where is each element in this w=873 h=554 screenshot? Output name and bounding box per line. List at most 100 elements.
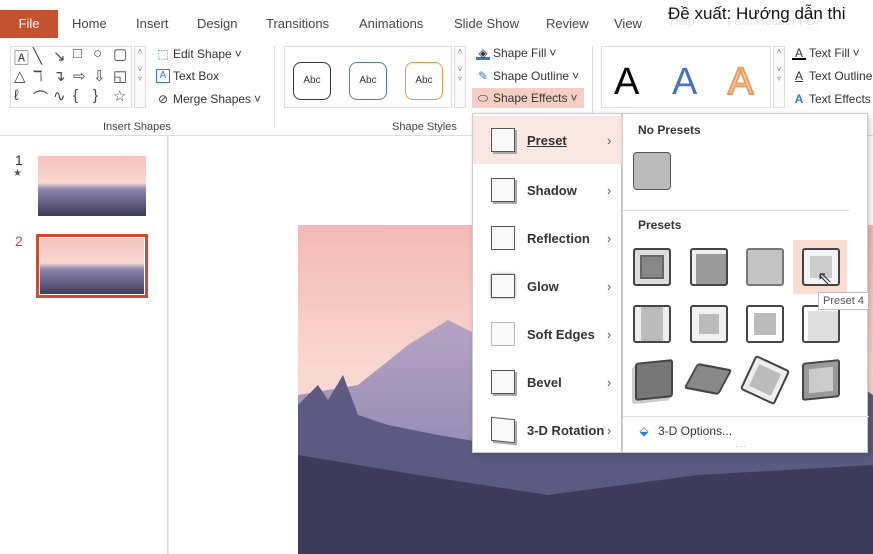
textbox-shape-icon[interactable]: 🄰 <box>14 47 29 68</box>
snip-shape-icon[interactable]: ◱ <box>113 67 127 85</box>
preset-6[interactable] <box>690 305 728 343</box>
text-box-icon: A <box>156 69 170 83</box>
chevron-right-icon: › <box>607 278 612 294</box>
preset-11[interactable] <box>739 354 791 406</box>
tab-view[interactable]: View <box>614 10 642 38</box>
preset-3[interactable] <box>746 248 784 286</box>
tab-home[interactable]: Home <box>72 10 107 38</box>
wordart-style-1[interactable]: A <box>614 61 639 104</box>
chevron-right-icon: › <box>607 182 612 198</box>
preset-7[interactable] <box>746 305 784 343</box>
menu-item-reflection[interactable]: Reflection › <box>473 214 623 262</box>
menu-item-bevel[interactable]: Bevel › <box>473 358 623 406</box>
shapes-gallery[interactable]: 🄰 ╲ ↘ □ ○ ▢ △ ℸ ↴ ⇨ ⇩ ◱ ℓ ⌒ ∿ { } ☆ <box>10 45 132 108</box>
video-overlay-title: Đề xuất: Hướng dẫn thi <box>668 4 846 23</box>
pencil-icon: ✎ <box>477 69 489 83</box>
text-fill-button[interactable]: A Text Fill ˅ <box>792 46 860 60</box>
preset-12[interactable] <box>802 359 840 401</box>
wordart-style-2[interactable]: A <box>672 61 697 104</box>
triangle-shape-icon[interactable]: △ <box>14 67 26 85</box>
tab-transitions[interactable]: Transitions <box>266 10 329 38</box>
resize-grip[interactable]: ···· <box>735 442 746 451</box>
ribbon-tabs: File Home Insert Design Transitions Anim… <box>0 0 873 40</box>
slide-thumbnails-pane: 1 ★ 2 <box>0 136 168 554</box>
tab-file[interactable]: File <box>0 10 58 38</box>
text-outline-icon: A <box>794 69 803 83</box>
no-presets-heading: No Presets <box>638 123 701 137</box>
divider <box>274 46 275 128</box>
presets-heading: Presets <box>638 218 682 232</box>
right-brace-icon[interactable]: } <box>93 87 98 104</box>
shape-outline-button[interactable]: ✎ Shape Outline ˅ <box>476 69 579 83</box>
tab-insert[interactable]: Insert <box>136 10 169 38</box>
shape-style-1[interactable]: Abc <box>293 62 331 100</box>
arc-shape-icon[interactable]: ⌒ <box>33 87 48 108</box>
text-box-button[interactable]: A Text Box <box>156 69 219 83</box>
freeform-shape-icon[interactable]: ℓ <box>14 87 19 104</box>
insert-shapes-label: Insert Shapes <box>103 121 171 133</box>
wordart-gallery[interactable]: A A A <box>601 46 771 108</box>
preset-tooltip: Preset 4 <box>818 292 869 310</box>
curve-shape-icon[interactable]: ∿ <box>53 87 66 105</box>
preset-8[interactable] <box>802 305 840 343</box>
divider <box>623 416 869 417</box>
divider <box>623 210 849 211</box>
line-shape-icon[interactable]: ╲ <box>33 47 42 65</box>
chevron-right-icon: › <box>607 326 612 342</box>
elbow-connector-icon[interactable]: ℸ <box>33 67 43 85</box>
left-brace-icon[interactable]: { <box>73 87 78 104</box>
slide-thumbnail-2-selected[interactable] <box>36 234 148 298</box>
tab-design[interactable]: Design <box>197 10 237 38</box>
tab-animations[interactable]: Animations <box>359 10 423 38</box>
shadow-icon <box>491 178 515 202</box>
tab-review[interactable]: Review <box>546 10 589 38</box>
shape-effects-icon: ⬭ <box>477 91 489 105</box>
right-arrow-shape-icon[interactable]: ⇨ <box>73 67 86 85</box>
shape-effects-button[interactable]: ⬭ Shape Effects ˅ <box>472 88 584 108</box>
merge-shapes-button[interactable]: ⊘ Merge Shapes ˅ <box>156 92 261 106</box>
text-outline-button[interactable]: A Text Outline <box>792 69 872 83</box>
oval-shape-icon[interactable]: ○ <box>93 45 102 62</box>
preset-10[interactable] <box>683 362 733 396</box>
menu-item-3d-rotation[interactable]: 3-D Rotation › <box>473 406 623 454</box>
menu-item-shadow[interactable]: Shadow › <box>473 166 623 214</box>
down-arrow-shape-icon[interactable]: ⇩ <box>93 67 106 85</box>
text-fill-icon: A <box>792 46 806 60</box>
shapes-gallery-scroll[interactable]: ˄ ˅ ▿ <box>134 46 146 108</box>
text-effects-button[interactable]: A Text Effects <box>792 92 871 106</box>
menu-item-soft-edges[interactable]: Soft Edges › <box>473 310 623 358</box>
tab-slide-show[interactable]: Slide Show <box>454 10 519 38</box>
shape-fill-button[interactable]: ◈ Shape Fill ˅ <box>476 46 556 60</box>
glow-icon <box>491 274 515 298</box>
shape-styles-scroll[interactable]: ˄ ˅ ▿ <box>454 46 466 108</box>
shape-style-2[interactable]: Abc <box>349 62 387 100</box>
text-effects-icon: A <box>794 92 804 106</box>
wordart-scroll[interactable]: ˄ ˅ ▿ <box>773 46 785 108</box>
wordart-style-3[interactable]: A <box>727 60 754 104</box>
preset-1[interactable] <box>633 248 671 286</box>
preset-2[interactable] <box>690 248 728 286</box>
shape-style-3[interactable]: Abc <box>405 62 443 100</box>
star-shape-icon[interactable]: ☆ <box>113 87 126 105</box>
arrow-line-shape-icon[interactable]: ↘ <box>53 47 66 65</box>
shape-styles-gallery[interactable]: Abc Abc Abc <box>284 46 452 108</box>
bevel-icon <box>491 370 515 394</box>
animation-star-icon: ★ <box>13 168 22 179</box>
preset-5[interactable] <box>633 305 671 343</box>
preset-9[interactable] <box>635 359 673 401</box>
elbow-arrow-icon[interactable]: ↴ <box>53 67 66 85</box>
3d-rotation-icon <box>491 416 515 444</box>
no-preset-option[interactable] <box>633 152 671 190</box>
menu-item-glow[interactable]: Glow › <box>473 262 623 310</box>
rounded-rect-shape-icon[interactable]: ▢ <box>113 45 127 63</box>
slide-thumbnail-1[interactable] <box>38 156 146 216</box>
shape-effects-menu: Preset › Shadow › Reflection › Glow › Soft E… <box>472 113 623 454</box>
mouse-cursor-icon: ⇖ <box>817 268 833 288</box>
edit-shape-button[interactable]: ⬚ Edit Shape ˅ <box>156 47 241 61</box>
preset-icon <box>491 128 515 152</box>
menu-item-preset[interactable]: Preset › <box>473 116 623 164</box>
chevron-right-icon: › <box>607 374 612 390</box>
3d-options-button[interactable]: ⬙ 3-D Options... <box>637 424 732 438</box>
edit-shape-icon: ⬚ <box>157 47 169 61</box>
rectangle-shape-icon[interactable]: □ <box>73 45 82 62</box>
